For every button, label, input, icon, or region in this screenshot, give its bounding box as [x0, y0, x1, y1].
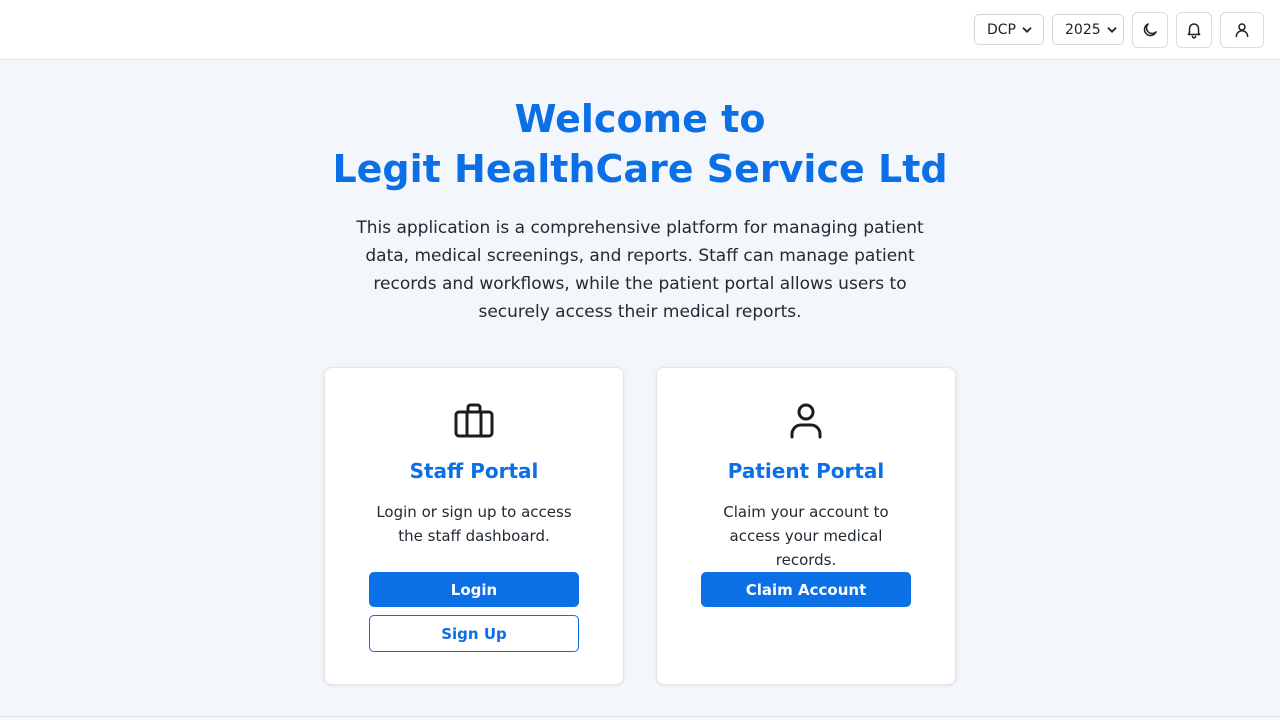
theme-toggle-button[interactable]: [1132, 11, 1168, 48]
title-line-2: Legit HealthCare Service Ltd: [332, 147, 948, 191]
chevron-down-icon: [1107, 26, 1117, 33]
top-navbar: DCP 2025: [0, 0, 1280, 60]
sign-up-button[interactable]: Sign Up: [369, 615, 579, 652]
bell-icon: [1187, 22, 1201, 39]
profile-button[interactable]: [1220, 11, 1264, 48]
hero-description: This application is a comprehensive plat…: [356, 218, 924, 322]
claim-account-button[interactable]: Claim Account: [701, 572, 911, 607]
org-select[interactable]: DCP: [974, 14, 1044, 45]
page-title: Welcome to Legit HealthCare Service Ltd: [0, 94, 1280, 194]
patient-portal-card: Patient Portal Claim your account to acc…: [656, 367, 956, 685]
login-button[interactable]: Login: [369, 572, 579, 607]
patient-portal-description: Claim your account to access your medica…: [723, 503, 889, 569]
year-select-value: 2025: [1065, 21, 1101, 38]
notifications-button[interactable]: [1176, 11, 1212, 48]
title-line-1: Welcome to: [514, 97, 766, 141]
chevron-down-icon: [1022, 26, 1032, 33]
year-select[interactable]: 2025: [1052, 14, 1124, 45]
briefcase-icon: [454, 403, 494, 438]
moon-icon: [1143, 22, 1157, 36]
staff-portal-description: Login or sign up to access the staff das…: [376, 503, 572, 545]
user-icon: [1235, 22, 1249, 37]
footer-divider: [0, 716, 1280, 717]
patient-portal-title: Patient Portal: [727, 459, 885, 483]
main-content: Welcome to Legit HealthCare Service Ltd …: [0, 60, 1280, 717]
org-select-value: DCP: [987, 21, 1016, 38]
user-icon: [790, 403, 822, 439]
staff-portal-card: Staff Portal Login or sign up to access …: [324, 367, 624, 685]
staff-portal-title: Staff Portal: [409, 459, 539, 483]
